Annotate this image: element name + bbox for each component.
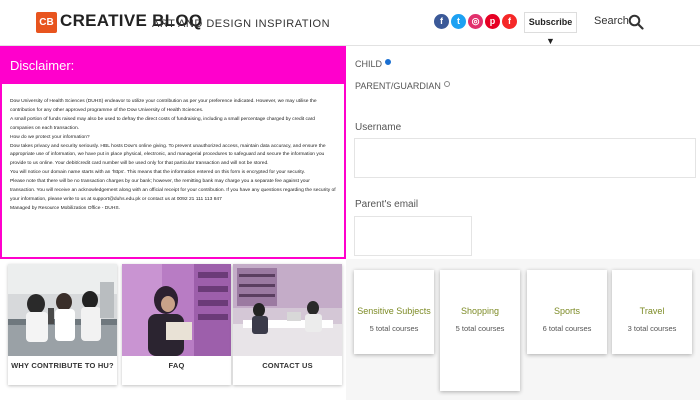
radio-child-label: CHILD xyxy=(355,59,383,69)
info-cards: WHY CONTRIBUTE TO HU? FAQ CONTACT US xyxy=(8,264,346,390)
search-label[interactable]: Search xyxy=(594,15,629,27)
tile-shopping[interactable]: Shopping 5 total courses xyxy=(440,270,520,391)
parent-email-label: Parent's email xyxy=(355,199,419,210)
card-faq[interactable]: FAQ xyxy=(122,264,231,385)
radio-parent[interactable]: PARENT/GUARDIAN xyxy=(355,81,450,91)
radio-parent-dot[interactable] xyxy=(443,81,450,87)
username-label: Username xyxy=(355,122,402,133)
logo-badge[interactable]: CB xyxy=(36,12,57,33)
disclaimer-line: Dow University of Health Sciences (DUHS)… xyxy=(10,99,317,113)
page: CB CREATIVE BLOQ ART AND DESIGN INSPIRAT… xyxy=(0,0,700,400)
signup-form: CHILD PARENT/GUARDIAN Username Parent's … xyxy=(346,46,700,259)
tile-count: 6 total courses xyxy=(542,324,592,333)
facebook-icon[interactable]: f xyxy=(434,14,449,29)
site-header: CB CREATIVE BLOQ ART AND DESIGN INSPIRAT… xyxy=(0,0,700,46)
tile-sports[interactable]: Sports 6 total courses xyxy=(527,270,607,354)
social-icons: f t ◎ p f xyxy=(434,14,517,29)
disclaimer-line: Managed by Resource Mobilization Office … xyxy=(10,205,120,211)
disclaimer-body: Dow University of Health Sciences (DUHS)… xyxy=(2,84,344,218)
tile-count: 5 total courses xyxy=(369,324,419,333)
card-contact-us[interactable]: CONTACT US xyxy=(233,264,342,385)
tile-title: Shopping xyxy=(460,306,500,316)
tile-sensitive-subjects[interactable]: Sensitive Subjects 5 total courses xyxy=(354,270,434,354)
disclaimer-title: Disclaimer: xyxy=(2,48,344,84)
disclaimer-line: Dow takes privacy and security seriously… xyxy=(10,143,326,167)
flipboard-icon[interactable]: f xyxy=(502,14,517,29)
disclaimer-panel: Disclaimer: Dow University of Health Sci… xyxy=(0,46,346,259)
pinterest-icon[interactable]: p xyxy=(485,14,500,29)
tile-travel[interactable]: Travel 3 total courses xyxy=(612,270,692,354)
reading-student-photo xyxy=(122,264,231,356)
card-label[interactable]: FAQ xyxy=(122,361,231,370)
tile-title: Sports xyxy=(553,306,580,316)
course-tiles: Sensitive Subjects 5 total courses Shopp… xyxy=(346,259,700,400)
radio-child-dot[interactable] xyxy=(385,59,392,65)
card-label[interactable]: CONTACT US xyxy=(233,361,342,370)
tile-title: Sensitive Subjects xyxy=(357,306,431,316)
library-photo xyxy=(233,264,342,356)
tile-title: Travel xyxy=(639,306,665,316)
radio-child[interactable]: CHILD xyxy=(355,59,392,69)
card-why-contribute[interactable]: WHY CONTRIBUTE TO HU? xyxy=(8,264,117,385)
tile-count: 3 total courses xyxy=(627,324,677,333)
username-input[interactable] xyxy=(354,138,696,178)
disclaimer-line: Please note that there will be no transa… xyxy=(10,179,336,202)
parent-email-input[interactable] xyxy=(354,216,472,256)
subscribe-button[interactable]: Subscribe ▼ xyxy=(524,12,577,46)
tile-count: 5 total courses xyxy=(455,324,505,333)
lab-photo xyxy=(8,264,117,356)
card-label[interactable]: WHY CONTRIBUTE TO HU? xyxy=(8,361,117,370)
disclaimer-line: How do we protect your information? xyxy=(10,134,90,140)
tagline: ART AND DESIGN INSPIRATION xyxy=(152,18,331,30)
radio-parent-label: PARENT/GUARDIAN xyxy=(355,81,441,91)
instagram-icon[interactable]: ◎ xyxy=(468,14,483,29)
twitter-icon[interactable]: t xyxy=(451,14,466,29)
disclaimer-line: A small portion of funds raised may also… xyxy=(10,116,316,131)
disclaimer-line: You will notice our domain name starts w… xyxy=(10,170,306,176)
search-icon[interactable] xyxy=(628,14,644,30)
